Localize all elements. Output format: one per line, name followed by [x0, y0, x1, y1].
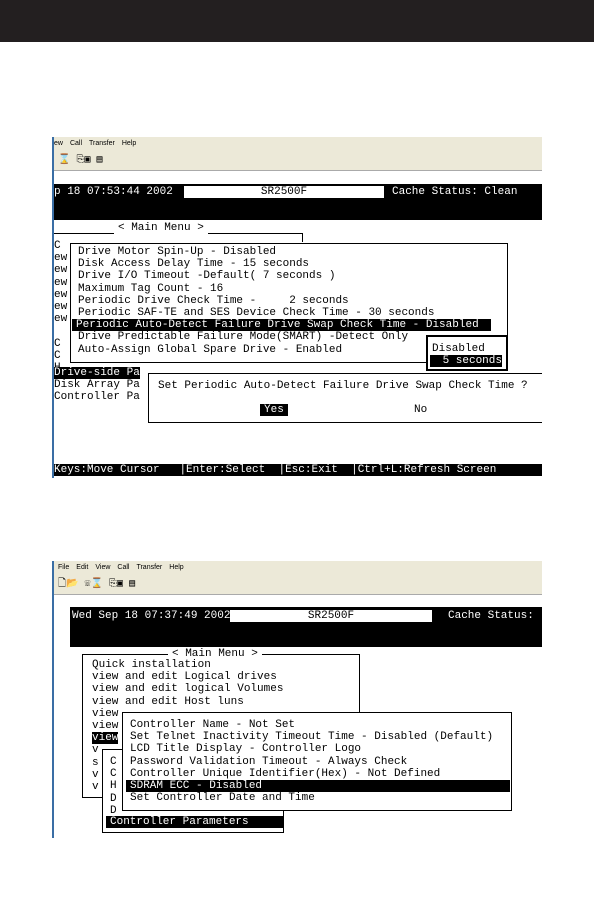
side-item[interactable]: Drive-side Pa — [54, 367, 140, 379]
menu-item[interactable]: Drive Predictable Failure Mode(SMART) -D… — [78, 331, 408, 343]
menu-item[interactable]: s — [92, 757, 99, 769]
terminal-screenshot-1: ew Call Transfer Help ⌛ ⎘▣ ▤ p 18 07:53:44 … — [52, 137, 542, 478]
menu-item[interactable]: Maximum Tag Count - 16 — [78, 283, 223, 295]
menu-item[interactable]: Auto-Assign Global Spare Drive - Enabled — [78, 344, 342, 356]
config-params-list: C C H D D — [110, 756, 117, 817]
menu-help[interactable]: Help — [169, 564, 183, 571]
menu-item[interactable]: v — [92, 744, 99, 756]
connect-icon[interactable]: ⌛ — [58, 155, 70, 166]
option-5-seconds[interactable]: 5 seconds — [430, 355, 502, 368]
menu-item-selected[interactable]: Periodic Auto-Detect Failure Drive Swap … — [72, 319, 491, 332]
menu-item[interactable]: LCD Title Display - Controller Logo — [130, 743, 361, 755]
menu-item[interactable]: view — [92, 720, 118, 732]
left-stub: C ew ew ew ew ew ew C C H — [54, 240, 68, 374]
menu-item[interactable]: view and edit Logical drives — [92, 671, 277, 683]
menu-edit[interactable]: Edit — [76, 564, 88, 571]
menu-help[interactable]: Help — [122, 140, 136, 147]
menu-bar: File Edit View Call Transfer Help — [54, 561, 542, 575]
properties-icon[interactable]: ▤ — [129, 579, 135, 590]
controller-parameters-item[interactable]: Controller Parameters — [106, 816, 284, 829]
menu-item[interactable]: view and edit logical Volumes — [92, 683, 283, 695]
menu-item[interactable]: Periodic Drive Check Time - 2 seconds — [78, 295, 349, 307]
menu-item[interactable]: Controller Unique Identifier(Hex) - Not … — [130, 768, 440, 780]
menu-item[interactable]: Quick installation — [92, 659, 211, 671]
option-disabled[interactable]: Disabled — [432, 343, 485, 355]
menu-item[interactable]: view and edit Host luns — [92, 696, 244, 708]
properties-icon[interactable]: ▤ — [97, 155, 103, 166]
receive-icon[interactable]: ▣ — [117, 579, 123, 590]
menu-item[interactable]: v — [92, 769, 99, 781]
menu-item[interactable]: Password Validation Timeout - Always Che… — [130, 756, 407, 768]
controller-params-list: Controller Name - Not Set Set Telnet Ina… — [126, 719, 510, 804]
side-item[interactable]: Disk Array Pa — [54, 379, 140, 391]
menu-item[interactable]: Periodic SAF-TE and SES Device Check Tim… — [78, 307, 434, 319]
receive-icon[interactable]: ▣ — [84, 155, 90, 166]
menu-item[interactable]: Set Controller Date and Time — [130, 792, 315, 804]
toolbar: 🗋📂 ☏⌛ ⎘▣ ▤ — [54, 575, 542, 595]
menu-transfer[interactable]: Transfer — [89, 140, 115, 147]
yes-button[interactable]: Yes — [260, 404, 288, 417]
menu-file[interactable]: File — [58, 564, 69, 571]
datetime: p 18 07:53:44 2002 — [54, 186, 173, 199]
side-item[interactable]: Controller Pa — [54, 391, 140, 403]
menu-item[interactable]: Disk Access Delay Time - 15 seconds — [78, 258, 309, 270]
menu-item-selected[interactable]: SDRAM ECC - Disabled — [126, 780, 510, 793]
dialog-question: Set Periodic Auto-Detect Failure Drive S… — [158, 380, 528, 392]
side-menu: Drive-side Pa Disk Array Pa Controller P… — [54, 367, 140, 404]
open-icon[interactable]: 📂 — [66, 579, 78, 590]
menu-view[interactable]: ew — [54, 140, 63, 147]
menu-item[interactable]: Drive I/O Timeout -Default( 7 seconds ) — [78, 270, 335, 282]
main-menu-title: < Main Menu > — [114, 222, 208, 235]
menu-item-selected[interactable]: view — [92, 732, 119, 745]
menu-call[interactable]: Call — [117, 564, 129, 571]
menu-item[interactable]: Set Telnet Inactivity Timeout Time - Dis… — [130, 731, 493, 743]
cache-status: Cache Status: Clean — [392, 186, 518, 199]
status-bar: Keys:Move Cursor |Enter:Select |Esc:Exit… — [54, 464, 542, 477]
menu-view[interactable]: View — [95, 564, 110, 571]
send-icon[interactable]: ⎘ — [109, 579, 117, 590]
menu-transfer[interactable]: Transfer — [136, 564, 162, 571]
no-button[interactable]: No — [414, 404, 427, 416]
page-header-bar — [0, 0, 594, 42]
menu-bar: ew Call Transfer Help — [54, 137, 542, 151]
datetime: Wed Sep 18 07:37:49 2002 — [72, 610, 231, 623]
menu-item[interactable]: Drive Motor Spin-Up - Disabled — [78, 246, 276, 258]
terminal-screenshot-2: File Edit View Call Transfer Help 🗋📂 ☏⌛ ⎘▣ ▤ … — [52, 561, 542, 838]
model-name: SR2500F — [230, 610, 432, 623]
menu-item[interactable]: Controller Name - Not Set — [130, 719, 295, 731]
connect-icon[interactable]: ⌛ — [91, 579, 103, 590]
model-name: SR2500F — [184, 186, 384, 199]
new-icon[interactable]: 🗋 — [58, 579, 66, 590]
menu-item[interactable]: view — [92, 708, 118, 720]
menu-item[interactable]: v — [92, 781, 99, 793]
toolbar: ⌛ ⎘▣ ▤ — [54, 151, 542, 171]
main-menu-frame — [54, 233, 303, 242]
cache-status: Cache Status: — [448, 610, 534, 623]
menu-call[interactable]: Call — [70, 140, 82, 147]
